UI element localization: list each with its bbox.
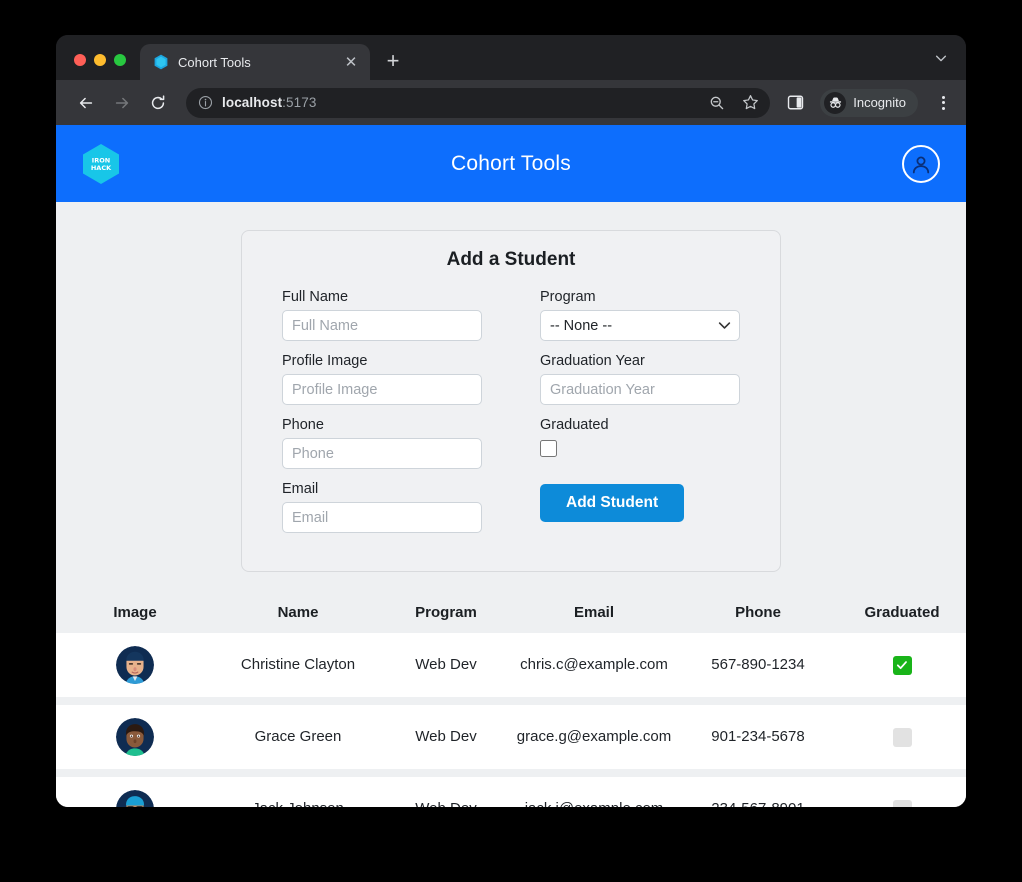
browser-tab-title: Cohort Tools [178,55,333,70]
column-header-name: Name [214,604,382,621]
student-email: chris.c@example.com [510,655,678,675]
svg-text:HACK: HACK [91,164,112,172]
add-student-form-card: Add a Student Full Name Profile Image Ph… [241,230,781,572]
reload-icon[interactable] [144,89,172,117]
graduated-checkbox[interactable] [540,440,557,457]
browser-toolbar: localhost:5173 [56,80,966,125]
program-label: Program [540,289,740,305]
email-label: Email [282,481,482,497]
student-phone: 901-234-5678 [678,727,838,747]
table-row[interactable]: Christine Clayton Web Dev chris.c@exampl… [56,633,966,697]
student-avatar-icon [116,718,154,756]
students-table: Image Name Program Email Phone Graduated [56,594,966,807]
window-traffic-lights [56,54,140,80]
table-row[interactable]: Jack Johnson Web Dev jack.j@example.com … [56,777,966,807]
minimize-window-button[interactable] [94,54,106,66]
column-header-phone: Phone [678,604,838,621]
page-viewport: IRON HACK Cohort Tools Add a Student Ful… [56,125,966,807]
graduation-year-input[interactable] [540,374,740,405]
student-graduated-cell [838,728,966,747]
graduated-true-icon [893,656,912,675]
full-name-label: Full Name [282,289,482,305]
column-header-graduated: Graduated [838,604,966,621]
student-program: Web Dev [382,799,510,807]
table-header-row: Image Name Program Email Phone Graduated [56,594,966,633]
profile-chip[interactable]: Incognito [820,89,918,117]
student-name: Jack Johnson [214,799,382,807]
phone-label: Phone [282,417,482,433]
student-program: Web Dev [382,655,510,675]
address-bar-host: localhost [222,95,282,110]
browser-window: Cohort Tools ✕ + [56,35,966,807]
student-avatar-icon [116,646,154,684]
profile-label: Incognito [853,95,906,110]
ironhack-logo-icon[interactable]: IRON HACK [82,143,120,185]
phone-input[interactable] [282,438,482,469]
form-grid: Full Name Profile Image Phone Email [282,289,740,545]
field-profile-image: Profile Image [282,353,482,405]
arrow-right-icon[interactable] [108,89,136,117]
table-row[interactable]: Grace Green Web Dev grace.g@example.com … [56,705,966,769]
field-email: Email [282,481,482,533]
add-student-button[interactable]: Add Student [540,484,684,522]
graduated-false-icon [893,800,912,808]
student-avatar-cell [56,718,214,756]
column-header-program: Program [382,604,510,621]
student-avatar-cell [56,646,214,684]
student-phone: 567-890-1234 [678,655,838,675]
graduated-false-icon [893,728,912,747]
profile-image-input[interactable] [282,374,482,405]
star-icon[interactable] [738,91,762,115]
graduated-label: Graduated [540,417,740,433]
info-circle-icon[interactable] [198,95,213,110]
column-header-email: Email [510,604,678,621]
student-phone: 234-567-8901 [678,799,838,807]
profile-image-label: Profile Image [282,353,482,369]
form-column-left: Full Name Profile Image Phone Email [282,289,482,545]
user-circle-icon[interactable] [902,145,940,183]
graduation-year-label: Graduation Year [540,353,740,369]
close-window-button[interactable] [74,54,86,66]
column-header-image: Image [56,604,214,621]
student-email: grace.g@example.com [510,727,678,747]
student-graduated-cell [838,656,966,675]
address-bar-port: :5173 [282,95,316,110]
plus-icon[interactable]: + [378,46,408,76]
close-icon[interactable]: ✕ [342,53,360,71]
student-program: Web Dev [382,727,510,747]
field-phone: Phone [282,417,482,469]
app-header: IRON HACK Cohort Tools [56,125,966,202]
email-input[interactable] [282,502,482,533]
browser-tab[interactable]: Cohort Tools ✕ [140,44,370,80]
full-name-input[interactable] [282,310,482,341]
student-graduated-cell [838,800,966,808]
chevron-down-icon[interactable] [934,51,966,80]
field-graduation-year: Graduation Year [540,353,740,405]
address-bar[interactable]: localhost:5173 [186,88,770,118]
student-name: Grace Green [214,727,382,747]
field-graduated: Graduated [540,417,740,462]
student-email: jack.j@example.com [510,799,678,807]
arrow-left-icon[interactable] [72,89,100,117]
kebab-menu-icon[interactable] [932,92,954,114]
incognito-icon [824,92,846,114]
address-bar-url: localhost:5173 [222,95,696,110]
page-title: Cohort Tools [56,152,966,176]
field-full-name: Full Name [282,289,482,341]
student-name: Christine Clayton [214,655,382,675]
side-panel-icon[interactable] [782,90,808,116]
student-avatar-cell [56,790,214,807]
browser-tab-strip: Cohort Tools ✕ + [56,35,966,80]
form-column-right: Program -- None -- Graduation Year Gradu… [540,289,740,545]
program-select[interactable]: -- None -- [540,310,740,341]
search-minus-icon[interactable] [705,91,729,115]
student-avatar-icon [116,790,154,807]
ironhack-hexagon-icon [153,54,169,70]
form-title: Add a Student [282,249,740,271]
field-program: Program -- None -- [540,289,740,341]
maximize-window-button[interactable] [114,54,126,66]
